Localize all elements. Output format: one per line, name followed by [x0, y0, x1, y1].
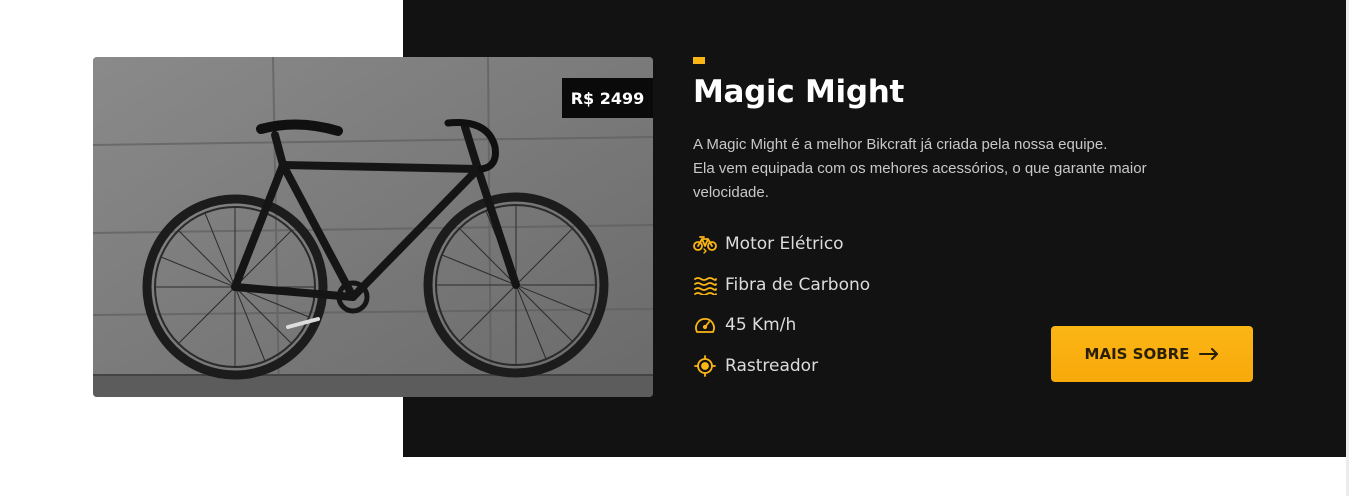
product-description: A Magic Might é a melhor Bikcraft já cri… [693, 133, 1193, 205]
arrow-right-icon [1199, 348, 1219, 360]
description-line: velocidade. [693, 184, 769, 201]
description-line: A Magic Might é a melhor Bikcraft já cri… [693, 136, 1108, 153]
description-line: Ela vem equipada com os mehores acessóri… [693, 160, 1147, 177]
feature-item-tracker: Rastreador [693, 354, 870, 378]
feature-label: Motor Elétrico [725, 234, 844, 254]
feature-label: Fibra de Carbono [725, 274, 871, 295]
feature-list: Motor Elétrico Fibra de Carbono 45 Km/h … [693, 232, 870, 394]
feature-item-motor: Motor Elétrico [693, 232, 870, 256]
feature-item-speed: 45 Km/h [693, 313, 870, 337]
speedometer-icon [693, 313, 717, 337]
product-title: Magic Might [693, 74, 905, 110]
price-badge: R$ 2499 [562, 78, 653, 118]
more-info-button[interactable]: MAIS SOBRE [1051, 326, 1253, 382]
carbon-fiber-icon [693, 273, 717, 297]
tracker-icon [693, 354, 717, 378]
product-section: R$ 2499 Magic Might A Magic Might é a me… [0, 0, 1349, 496]
electric-bike-icon [693, 232, 717, 256]
feature-label: Rastreador [725, 355, 819, 376]
feature-item-carbon: Fibra de Carbono [693, 273, 870, 297]
accent-bar [693, 57, 705, 64]
more-info-label: MAIS SOBRE [1084, 345, 1190, 363]
feature-label: 45 Km/h [725, 315, 797, 335]
